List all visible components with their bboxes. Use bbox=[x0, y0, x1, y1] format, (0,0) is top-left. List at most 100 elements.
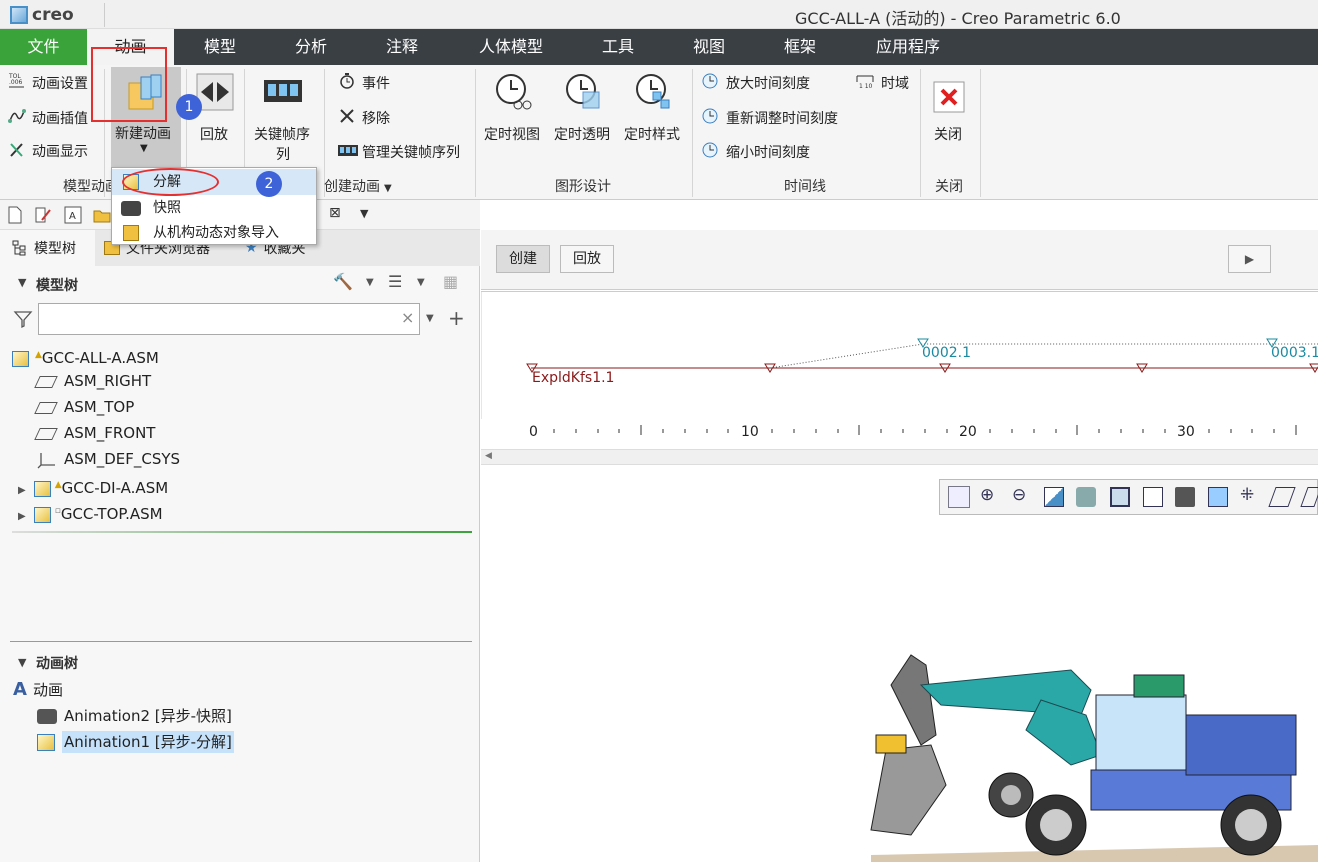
zoom-in-time-button[interactable]: 放大时间刻度 bbox=[726, 73, 810, 93]
annotation-highlight-ellipse bbox=[122, 168, 219, 196]
graphics-window[interactable] bbox=[481, 465, 1318, 862]
anim-tree-root[interactable]: A 动画 bbox=[13, 677, 63, 703]
playback-tab-button[interactable]: 回放 bbox=[560, 245, 614, 273]
reorient-icon[interactable] bbox=[1076, 487, 1096, 507]
expand-icon[interactable]: ▶ bbox=[18, 485, 26, 496]
create-anim-group-label[interactable]: 创建动画 ▼ bbox=[324, 176, 392, 196]
panel-divider[interactable] bbox=[10, 641, 472, 642]
tree-item-gcc-top[interactable]: ▶ ▫GCC-TOP.ASM bbox=[18, 498, 163, 524]
display-style-icon[interactable] bbox=[1110, 487, 1130, 507]
tree-item-asm-front[interactable]: ASM_FRONT bbox=[34, 420, 155, 446]
tree-item-label: GCC-DI-A.ASM bbox=[61, 479, 169, 497]
zoom-out-time-button[interactable]: 缩小时间刻度 bbox=[726, 142, 810, 162]
tree-settings-chevron-icon[interactable]: ▼ bbox=[366, 277, 374, 288]
anim-display-button[interactable]: 动画显示 bbox=[32, 141, 88, 161]
key-label-1[interactable]: 0002.1 bbox=[922, 345, 971, 361]
key-label-2[interactable]: 0003.1 bbox=[1271, 345, 1318, 361]
rescale-time-button[interactable]: 重新调整时间刻度 bbox=[726, 108, 838, 128]
tree-columns-icon[interactable]: ☰ bbox=[388, 272, 402, 291]
menu-human-model[interactable]: 人体模型 bbox=[466, 29, 556, 65]
keyframe-sequence-label2[interactable]: 列 bbox=[276, 144, 290, 164]
tree-item-gcc-di[interactable]: ▶ ▲GCC-DI-A.ASM bbox=[18, 472, 168, 498]
search-options-chevron-icon[interactable]: ▼ bbox=[426, 313, 434, 324]
scroll-left-icon[interactable]: ◀ bbox=[485, 451, 492, 461]
tree-settings-icon[interactable]: 🔨 bbox=[333, 272, 353, 291]
snapshot-camera-icon bbox=[37, 709, 57, 724]
zoom-in-icon[interactable]: ⊕ bbox=[980, 485, 994, 505]
text-icon[interactable]: A bbox=[64, 206, 82, 224]
create-button[interactable]: 创建 bbox=[496, 245, 550, 273]
model-tree-search-input[interactable] bbox=[38, 303, 420, 335]
keyframe-sequence-label1[interactable]: 关键帧序 bbox=[254, 124, 310, 144]
model-tree-collapse-icon[interactable]: ▼ bbox=[18, 276, 26, 289]
menu-frame[interactable]: 框架 bbox=[760, 29, 840, 65]
coordinate-system-icon bbox=[37, 452, 55, 468]
playback-button[interactable]: 回放 bbox=[200, 124, 228, 144]
dropdown-item-import-mechanism[interactable]: 从机构动态对象导入 bbox=[112, 220, 316, 246]
tree-item-root[interactable]: ▲GCC-ALL-A.ASM bbox=[12, 342, 159, 368]
qat-customize-icon[interactable]: ▼ bbox=[360, 207, 368, 220]
animation-root-icon: A bbox=[13, 679, 27, 700]
axis-display-icon[interactable] bbox=[1300, 487, 1318, 507]
saved-orientations-icon[interactable] bbox=[1143, 487, 1163, 507]
tree-item-asm-top[interactable]: ASM_TOP bbox=[34, 394, 134, 420]
step-badge-1: 1 bbox=[176, 94, 202, 120]
remove-button[interactable]: 移除 bbox=[362, 108, 390, 128]
snapshot-camera-icon bbox=[121, 201, 141, 216]
repaint-icon[interactable] bbox=[1044, 487, 1064, 507]
tree-filter-grid-icon[interactable]: ▦ bbox=[443, 272, 458, 291]
anim-tree-item-animation1[interactable]: Animation1 [异步-分解] bbox=[37, 729, 234, 755]
tab-model-tree[interactable]: 模型树 bbox=[0, 230, 95, 266]
datum-display-icon[interactable]: ⁜ bbox=[1240, 485, 1254, 505]
timed-transparency-button[interactable]: 定时透明 bbox=[554, 124, 610, 144]
timeline-scrollbar[interactable]: ◀ bbox=[481, 449, 1318, 465]
menu-file[interactable]: 文件 bbox=[0, 29, 87, 65]
animation-toolbar: 创建 回放 ▶ bbox=[481, 230, 1318, 290]
clear-search-icon[interactable]: × bbox=[401, 308, 414, 327]
refit-icon[interactable] bbox=[948, 486, 970, 508]
menu-annotate[interactable]: 注释 bbox=[362, 29, 442, 65]
time-domain-button[interactable]: 时域 bbox=[881, 73, 909, 93]
menu-view[interactable]: 视图 bbox=[669, 29, 749, 65]
manage-keyframe-button[interactable]: 管理关键帧序列 bbox=[362, 142, 460, 162]
menu-model[interactable]: 模型 bbox=[180, 29, 260, 65]
tree-item-asm-def-csys[interactable]: ASM_DEF_CSYS bbox=[37, 446, 180, 472]
tree-item-asm-right[interactable]: ASM_RIGHT bbox=[34, 368, 152, 394]
menu-tools[interactable]: 工具 bbox=[578, 29, 658, 65]
tree-columns-chevron-icon[interactable]: ▼ bbox=[417, 277, 425, 288]
anim-tree-collapse-icon[interactable]: ▼ bbox=[18, 656, 26, 669]
datum-plane-icon bbox=[34, 375, 58, 388]
ribbon-separator bbox=[475, 69, 476, 197]
view-manager-icon[interactable] bbox=[1175, 487, 1195, 507]
ruler-label-0: 0 bbox=[529, 424, 538, 440]
ribbon-separator bbox=[980, 69, 981, 197]
datum-plane-icon bbox=[34, 401, 58, 414]
open-folder-icon[interactable] bbox=[93, 206, 111, 224]
play-button[interactable]: ▶ bbox=[1228, 245, 1271, 273]
dropdown-item-snapshot[interactable]: 快照 bbox=[112, 195, 316, 221]
menu-applications[interactable]: 应用程序 bbox=[860, 29, 956, 65]
edit-icon[interactable] bbox=[34, 206, 52, 224]
perspective-icon[interactable] bbox=[1208, 487, 1228, 507]
timed-style-button[interactable]: 定时样式 bbox=[624, 124, 680, 144]
menu-analysis[interactable]: 分析 bbox=[271, 29, 351, 65]
timed-view-button[interactable]: 定时视图 bbox=[484, 124, 540, 144]
anim-interp-button[interactable]: 动画插值 bbox=[32, 108, 88, 128]
expand-icon[interactable]: ▶ bbox=[18, 511, 26, 522]
new-file-icon[interactable] bbox=[7, 206, 23, 224]
tree-item-label: ASM_RIGHT bbox=[64, 372, 152, 390]
new-animation-label: 新建动画 bbox=[115, 126, 171, 142]
add-filter-icon[interactable]: + bbox=[448, 306, 465, 330]
filter-icon[interactable] bbox=[13, 309, 33, 329]
event-button[interactable]: 事件 bbox=[362, 73, 390, 93]
zoom-out-icon[interactable]: ⊖ bbox=[1012, 485, 1026, 505]
anim-settings-button[interactable]: 动画设置 bbox=[32, 73, 88, 93]
timeline-panel: ExpldKfs1.1 0002.1 0003.1 bbox=[481, 291, 1318, 419]
close-window-icon[interactable]: ⊠ bbox=[329, 205, 341, 221]
track-label[interactable]: ExpldKfs1.1 bbox=[532, 370, 614, 386]
svg-text:.006: .006 bbox=[9, 79, 23, 86]
plane-display-icon[interactable] bbox=[1268, 487, 1296, 507]
close-button[interactable]: 关闭 bbox=[934, 124, 962, 144]
anim-tree-item-animation2[interactable]: Animation2 [异步-快照] bbox=[37, 703, 232, 729]
step-badge-2: 2 bbox=[256, 171, 282, 197]
